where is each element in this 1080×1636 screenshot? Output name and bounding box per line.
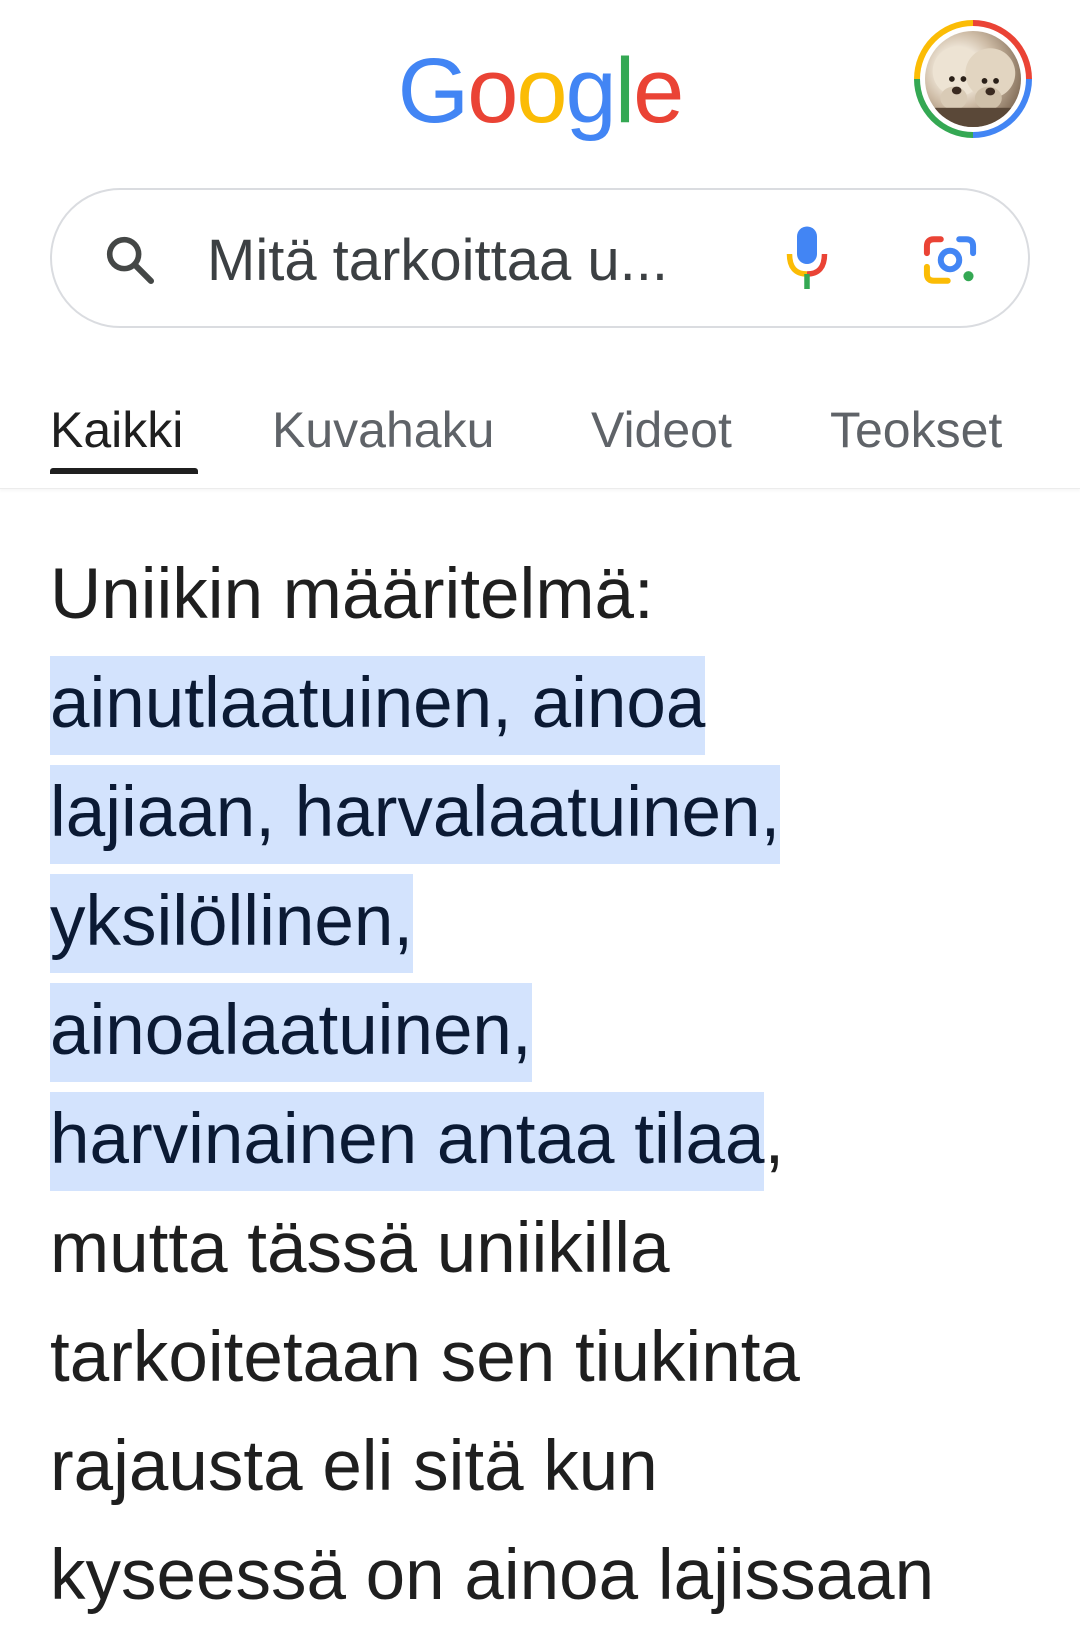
result-snippet: Uniikin määritelmä: ainutlaatuinen, aino…: [50, 540, 1040, 1630]
snippet-highlight: harvinainen antaa tilaa: [50, 1092, 765, 1191]
avatar-ring-inner: [920, 26, 1026, 132]
search-tabs: Kaikki Kuvahaku Videot Teokset: [0, 370, 1080, 489]
snippet-highlight: yksilöllinen,: [50, 874, 414, 973]
snippet-line: ainutlaatuinen, ainoa: [50, 649, 1040, 758]
snippet-line: tarkoitetaan sen tiukinta: [50, 1303, 1040, 1412]
mic-icon[interactable]: [782, 224, 832, 294]
tab-kaikki[interactable]: Kaikki: [50, 400, 183, 460]
snippet-text: kyseessä on ainoa lajissaan: [50, 1536, 935, 1615]
snippet-line: mutta tässä uniikilla: [50, 1194, 1040, 1303]
snippet-line: kyseessä on ainoa lajissaan: [50, 1521, 1040, 1630]
logo-letter: g: [565, 40, 617, 142]
tab-teokset[interactable]: Teokset: [830, 400, 1002, 460]
snippet-text: Uniikin määritelmä:: [50, 555, 654, 634]
tab-kuvahaku[interactable]: Kuvahaku: [272, 400, 494, 460]
logo-letter: o: [467, 40, 518, 142]
search-input[interactable]: Mitä tarkoittaa u...: [207, 228, 668, 294]
snippet-text: tarkoitetaan sen tiukinta: [50, 1318, 800, 1397]
snippet-line: rajausta eli sitä kun: [50, 1412, 1040, 1521]
snippet-highlight: lajiaan, harvalaatuinen,: [50, 765, 781, 864]
logo-letter: G: [397, 40, 470, 142]
snippet-text: mutta tässä uniikilla: [50, 1209, 670, 1288]
logo-letter: l: [614, 40, 636, 142]
logo-letter: o: [516, 40, 567, 142]
active-tab-indicator: [50, 468, 198, 474]
tab-videot[interactable]: Videot: [591, 400, 732, 460]
avatar-dogs-image: [925, 46, 1021, 127]
snippet-highlight: ainutlaatuinen, ainoa: [50, 656, 706, 755]
avatar-photo: [925, 31, 1021, 127]
google-lens-icon[interactable]: [920, 232, 980, 288]
snippet-line: Uniikin määritelmä:: [50, 540, 1040, 649]
snippet-suffix: ,: [764, 1100, 785, 1179]
search-icon: [106, 236, 155, 285]
snippet-line: ainoalaatuinen,: [50, 976, 1040, 1085]
account-avatar[interactable]: [914, 20, 1032, 138]
snippet-line: harvinainen antaa tilaa,: [50, 1085, 1040, 1194]
snippet-text: rajausta eli sitä kun: [50, 1427, 658, 1506]
snippet-line: lajiaan, harvalaatuinen,: [50, 758, 1040, 867]
snippet-line: yksilöllinen,: [50, 867, 1040, 976]
header: Google: [0, 0, 1080, 170]
search-bar[interactable]: Mitä tarkoittaa u...: [50, 188, 1030, 328]
snippet-highlight: ainoalaatuinen,: [50, 983, 532, 1082]
logo-letter: e: [633, 40, 684, 142]
